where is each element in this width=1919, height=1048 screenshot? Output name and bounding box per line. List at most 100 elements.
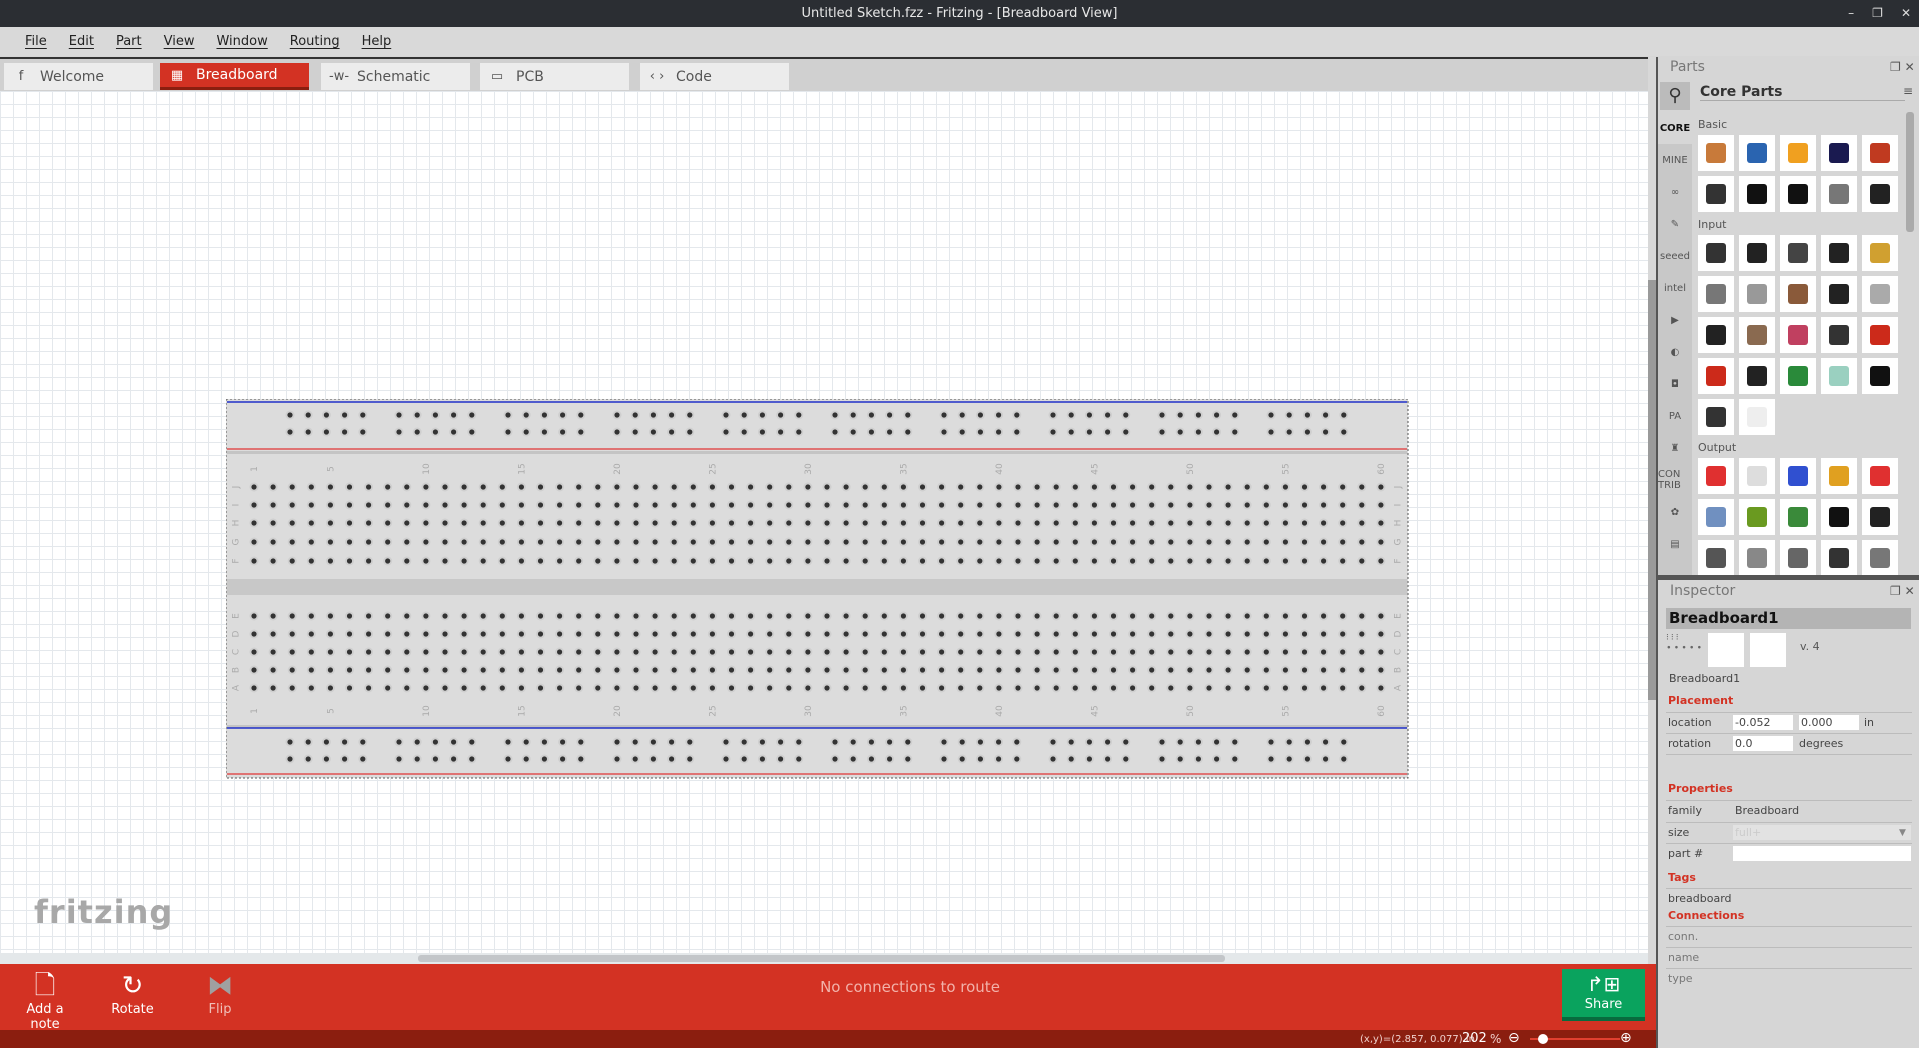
search-icon[interactable]: ⚲ xyxy=(1660,82,1690,110)
part-tile[interactable] xyxy=(1739,458,1775,494)
part-tile[interactable] xyxy=(1821,135,1857,171)
part-tile[interactable] xyxy=(1821,317,1857,353)
bin-tab[interactable]: CORE xyxy=(1658,112,1692,144)
bin-tab[interactable]: MINE xyxy=(1658,144,1692,176)
part-tile[interactable] xyxy=(1862,276,1898,312)
part-tile[interactable] xyxy=(1821,235,1857,271)
zoom-in-icon[interactable]: ⊕ xyxy=(1620,1030,1632,1046)
menu-routing[interactable]: Routing xyxy=(279,27,351,56)
tab-breadboard[interactable]: ▦ Breadboard xyxy=(160,63,309,90)
breadboard-hole xyxy=(805,613,811,619)
bin-tab[interactable]: ▤ xyxy=(1658,528,1692,560)
part-tile[interactable] xyxy=(1862,458,1898,494)
zoom-out-icon[interactable]: ⊖ xyxy=(1508,1030,1520,1046)
part-tile[interactable] xyxy=(1739,317,1775,353)
bin-tab[interactable]: seeed xyxy=(1658,240,1692,272)
part-tile[interactable] xyxy=(1862,540,1898,575)
part-tile[interactable] xyxy=(1739,235,1775,271)
zoom-value[interactable]: 202 xyxy=(1462,1031,1487,1046)
menu-file[interactable]: File xyxy=(14,27,58,56)
bin-tab[interactable]: ◘ xyxy=(1658,368,1692,400)
parts-panel-controls[interactable]: ❐ ✕ xyxy=(1890,60,1915,74)
part-tile[interactable] xyxy=(1698,358,1734,394)
part-tile[interactable] xyxy=(1862,235,1898,271)
part-tile[interactable] xyxy=(1698,317,1734,353)
menu-view[interactable]: View xyxy=(153,27,206,56)
inspector-controls[interactable]: ❐ ✕ xyxy=(1890,584,1915,598)
zoom-slider-handle[interactable] xyxy=(1538,1034,1548,1044)
part-tile[interactable] xyxy=(1821,358,1857,394)
part-tile[interactable] xyxy=(1821,499,1857,535)
part-tile[interactable] xyxy=(1698,399,1734,435)
part-tile[interactable] xyxy=(1862,317,1898,353)
part-tile[interactable] xyxy=(1821,176,1857,212)
menu-window[interactable]: Window xyxy=(205,27,278,56)
part-tile[interactable] xyxy=(1739,176,1775,212)
part-tile[interactable] xyxy=(1739,135,1775,171)
part-tile[interactable] xyxy=(1780,135,1816,171)
bin-tab[interactable]: ✿ xyxy=(1658,496,1692,528)
part-tile[interactable] xyxy=(1821,540,1857,575)
vertical-scroll-thumb[interactable] xyxy=(1648,280,1656,700)
bin-tab[interactable]: ✎ xyxy=(1658,208,1692,240)
part-tile[interactable] xyxy=(1698,540,1734,575)
bin-tab[interactable]: ▶ xyxy=(1658,304,1692,336)
part-tile[interactable] xyxy=(1780,276,1816,312)
breadboard[interactable]: 1155101015152020252530303535404045455050… xyxy=(226,399,1409,779)
menu-part[interactable]: Part xyxy=(105,27,153,56)
close-button[interactable]: ✕ xyxy=(1901,0,1911,27)
tab-code[interactable]: ‹ › Code xyxy=(640,63,789,90)
bin-tab[interactable]: ♜ xyxy=(1658,432,1692,464)
tab-schematic[interactable]: -ᴡ- Schematic xyxy=(321,63,470,90)
minimize-button[interactable]: – xyxy=(1848,0,1854,27)
bin-tab[interactable]: intel xyxy=(1658,272,1692,304)
part-tile[interactable] xyxy=(1698,276,1734,312)
maximize-button[interactable]: ❐ xyxy=(1872,0,1883,27)
part-tile[interactable] xyxy=(1739,358,1775,394)
part-tile[interactable] xyxy=(1821,276,1857,312)
part-tile[interactable] xyxy=(1862,135,1898,171)
menu-edit[interactable]: Edit xyxy=(58,27,105,56)
bin-tab[interactable]: PA xyxy=(1658,400,1692,432)
part-tile[interactable] xyxy=(1698,135,1734,171)
part-tile[interactable] xyxy=(1862,499,1898,535)
part-tile[interactable] xyxy=(1698,176,1734,212)
horizontal-scroll-thumb[interactable] xyxy=(418,955,1225,962)
part-tile[interactable] xyxy=(1698,499,1734,535)
parts-scrollbar[interactable] xyxy=(1906,112,1914,232)
location-x-input[interactable]: -0.052 xyxy=(1733,715,1793,730)
add-note-button[interactable]: 🗋 Add a note xyxy=(10,970,80,1032)
part-tile[interactable] xyxy=(1739,540,1775,575)
part-tile[interactable] xyxy=(1739,399,1775,435)
flip-button[interactable]: ⧓ Flip xyxy=(200,970,240,1017)
part-tile[interactable] xyxy=(1780,540,1816,575)
part-tile[interactable] xyxy=(1780,358,1816,394)
bin-menu-icon[interactable]: ≡ xyxy=(1903,84,1913,98)
part-tile[interactable] xyxy=(1698,235,1734,271)
tab-welcome[interactable]: f Welcome xyxy=(4,63,153,90)
menu-help[interactable]: Help xyxy=(351,27,403,56)
part-tile[interactable] xyxy=(1780,235,1816,271)
part-tile[interactable] xyxy=(1698,458,1734,494)
bin-tab[interactable]: ∞ xyxy=(1658,176,1692,208)
dock-divider[interactable] xyxy=(1656,575,1919,580)
part-tile[interactable] xyxy=(1862,176,1898,212)
share-button[interactable]: ↱⊞ Share xyxy=(1562,969,1645,1021)
part-tile[interactable] xyxy=(1780,458,1816,494)
location-y-input[interactable]: 0.000 xyxy=(1799,715,1859,730)
size-select[interactable]: full+ xyxy=(1733,825,1911,840)
part-tile[interactable] xyxy=(1821,458,1857,494)
part-number-input[interactable] xyxy=(1733,846,1911,861)
part-tile[interactable] xyxy=(1739,499,1775,535)
part-tile[interactable] xyxy=(1780,317,1816,353)
bin-tab[interactable]: ◐ xyxy=(1658,336,1692,368)
part-tile[interactable] xyxy=(1862,358,1898,394)
part-tile[interactable] xyxy=(1780,499,1816,535)
rotation-input[interactable]: 0.0 xyxy=(1733,736,1793,751)
part-tile[interactable] xyxy=(1739,276,1775,312)
rotate-button[interactable]: ↻ Rotate xyxy=(105,970,160,1017)
bin-tab[interactable]: CON TRIB xyxy=(1658,464,1692,496)
part-tile[interactable] xyxy=(1780,176,1816,212)
breadboard-hole xyxy=(537,667,544,673)
tab-pcb[interactable]: ▭ PCB xyxy=(480,63,629,90)
